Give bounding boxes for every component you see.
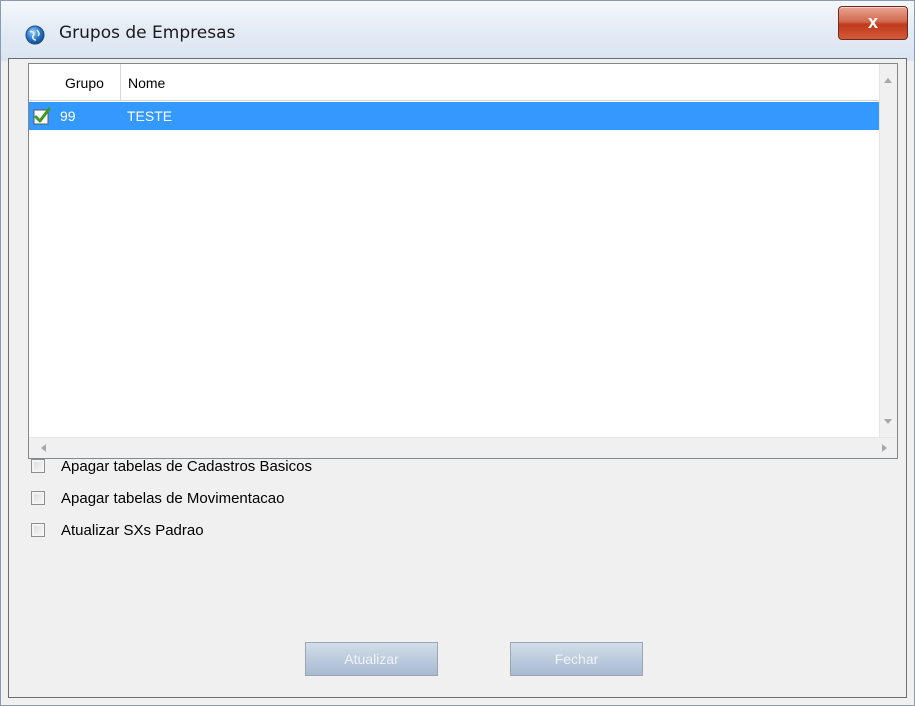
close-button[interactable]: Fechar	[510, 642, 643, 676]
cell-grupo: 99	[60, 108, 76, 124]
close-window-button[interactable]: x	[838, 6, 908, 40]
company-groups-grid[interactable]: Grupo Nome 99 TESTE	[28, 63, 898, 459]
scroll-up-icon[interactable]	[884, 78, 892, 83]
option-label: Apagar tabelas de Movimentacao	[61, 490, 285, 507]
column-header-grupo[interactable]: Grupo	[63, 64, 121, 100]
checkbox-atualizar-sxs[interactable]	[31, 523, 45, 537]
update-button[interactable]: Atualizar	[305, 642, 438, 676]
horizontal-scrollbar[interactable]	[29, 437, 897, 458]
checkbox-apagar-movimentacao[interactable]	[31, 491, 45, 505]
dialog-window: Grupos de Empresas x Grupo Nome 99 TESTE	[0, 0, 915, 706]
title-bar[interactable]: Grupos de Empresas x	[1, 1, 914, 61]
checkbox-apagar-cadastros[interactable]	[31, 459, 45, 473]
scroll-right-icon[interactable]	[882, 444, 887, 452]
vertical-scrollbar[interactable]	[879, 64, 897, 439]
scroll-down-icon[interactable]	[884, 419, 892, 424]
column-header-nome[interactable]: Nome	[121, 64, 321, 100]
scroll-left-icon[interactable]	[41, 444, 46, 452]
dialog-body: Grupo Nome 99 TESTE Apagar tabelas de Ca…	[8, 58, 907, 698]
green-checkmark-icon[interactable]	[33, 107, 51, 125]
grid-header: Grupo Nome	[29, 64, 881, 101]
window-title: Grupos de Empresas	[59, 23, 236, 43]
option-label: Apagar tabelas de Cadastros Basicos	[61, 458, 312, 475]
close-icon: x	[867, 12, 878, 32]
option-label: Atualizar SXs Padrao	[61, 522, 204, 539]
app-globe-icon	[25, 25, 45, 45]
table-row[interactable]: 99 TESTE	[29, 102, 881, 130]
cell-nome: TESTE	[127, 108, 173, 124]
